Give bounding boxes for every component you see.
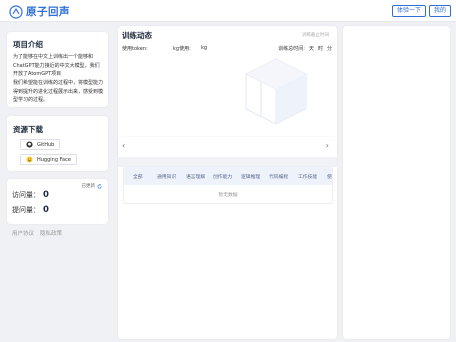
carousel-prev-button[interactable]: ‹ <box>122 141 125 150</box>
huggingface-label: Hugging Face <box>37 156 71 163</box>
total-time-label: 训练总时间: <box>278 46 305 52</box>
deadline-label: 训练截止时间 <box>302 33 329 38</box>
downloads-title: 资源下载 <box>13 125 43 134</box>
gpu-label: kg使用: <box>173 46 191 52</box>
days-unit: 天 <box>308 46 314 52</box>
questions-value: 0 <box>43 205 49 215</box>
intro-title: 项目介绍 <box>13 40 43 49</box>
minutes-unit: 分 <box>326 46 332 52</box>
downloads-card: 资源下载 GitHub Hugging Face <box>7 116 108 171</box>
tab-category[interactable]: 通用知识 <box>157 173 176 180</box>
tab-category[interactable]: 使 <box>327 173 332 180</box>
decorative-cube-graphic <box>245 58 307 125</box>
training-title: 训练动态 <box>122 31 152 40</box>
visits-value: 0 <box>43 190 49 200</box>
visits-label: 访问量： <box>12 191 40 199</box>
content-card: ‹ › 全部 通用知识 语言理解 创作能力 逻辑推理 代码编程 工作技能 使 暂无数据 <box>118 137 337 339</box>
me-button[interactable]: 我的 <box>429 5 452 17</box>
category-tabs: 全部 通用知识 语言理解 创作能力 逻辑推理 代码编程 工作技能 使 <box>124 167 332 185</box>
tab-category[interactable]: 逻辑推理 <box>241 173 260 180</box>
tab-category[interactable]: 语言理解 <box>186 173 205 180</box>
data-table: 全部 通用知识 语言理解 创作能力 逻辑推理 代码编程 工作技能 使 暂无数据 <box>123 166 333 204</box>
logo-icon <box>9 4 23 19</box>
intro-text: 为了能够在中文上训练出一个能够和ChatGPT能力接近的中文大模型，我们开放了A… <box>13 54 100 77</box>
huggingface-icon <box>26 156 33 163</box>
github-button[interactable]: GitHub <box>20 139 61 150</box>
app-name: 原子回声 <box>26 6 70 18</box>
questions-label: 提问量： <box>12 206 40 214</box>
tab-category[interactable]: 创作能力 <box>213 173 232 180</box>
intro-card: 项目介绍 为了能够在中文上训练出一个能够和ChatGPT能力接近的中文大模型，我… <box>7 32 108 107</box>
privacy-link[interactable]: 用户协议 <box>12 229 34 237</box>
terms-link[interactable]: 隐私政策 <box>40 229 62 237</box>
tab-category[interactable]: 全部 <box>133 173 143 180</box>
tokens-label: 使用token: <box>122 46 148 52</box>
stats-card: 已更新 访问量： 0 提问量： 0 <box>7 179 108 224</box>
try-button[interactable]: 体验一下 <box>392 5 427 17</box>
carousel-next-button[interactable]: › <box>326 141 329 150</box>
empty-state: 暂无数据 <box>218 193 238 198</box>
github-label: GitHub <box>37 141 55 148</box>
visits-stat: 访问量： 0 <box>12 190 49 200</box>
refresh-icon <box>97 183 102 188</box>
footer-links: 用户协议 隐私政策 <box>12 229 68 237</box>
refresh-control[interactable]: 已更新 <box>82 183 103 189</box>
github-icon <box>26 141 33 148</box>
huggingface-button[interactable]: Hugging Face <box>20 154 77 165</box>
hours-unit: 时 <box>317 46 323 52</box>
total-time: 训练总时间: 天 时 分 <box>278 45 332 52</box>
questions-stat: 提问量： 0 <box>12 205 49 215</box>
gpu-unit: kg <box>201 45 208 51</box>
logo[interactable]: 原子回声 <box>9 4 70 19</box>
tab-category[interactable]: 工作技能 <box>298 173 317 180</box>
top-bar: 原子回声 体验一下 我的 <box>0 0 456 22</box>
table-header: 全部 通用知识 语言理解 创作能力 逻辑推理 代码编程 工作技能 使 <box>124 167 332 185</box>
intro-text-2: 我们希望能在训练的过程中，将模型能力得到提升的进化过程展示出来，感受到模型学习的… <box>13 80 104 103</box>
refresh-label: 已更新 <box>81 184 96 189</box>
right-panel <box>343 26 450 339</box>
tab-category[interactable]: 代码编程 <box>269 173 288 180</box>
